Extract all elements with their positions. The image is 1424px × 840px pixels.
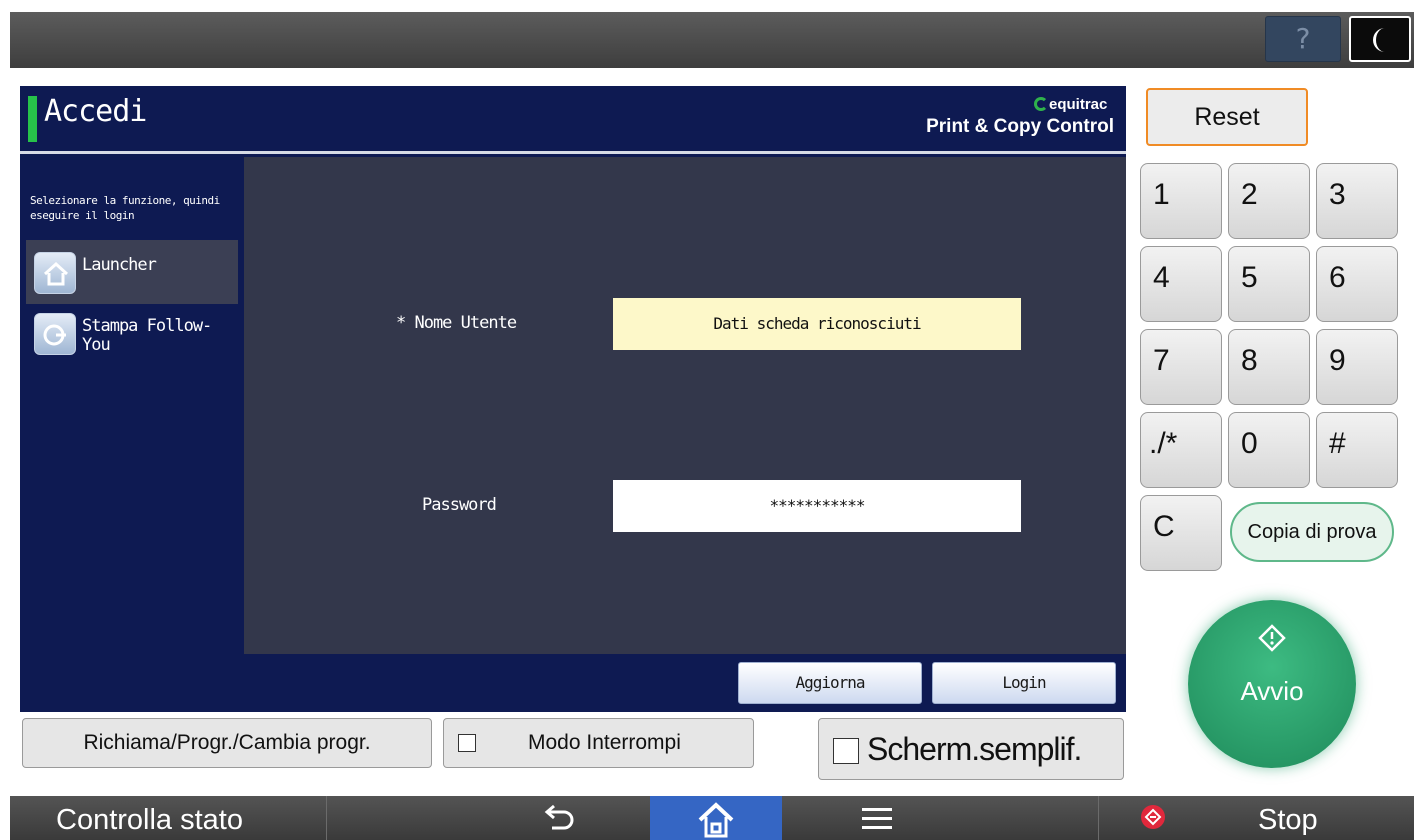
print-release-icon xyxy=(34,313,76,355)
function-sidebar: Selezionare la funzione, quindi eseguire… xyxy=(20,157,242,654)
panel-footer: Aggiorna Login xyxy=(20,654,1126,712)
simple-screen-label: Scherm.semplif. xyxy=(867,731,1082,767)
checkbox-icon xyxy=(458,734,476,752)
key-clear[interactable]: C xyxy=(1140,495,1222,571)
divider xyxy=(326,796,327,840)
check-status-button[interactable]: Controlla stato xyxy=(56,804,243,837)
stop-button[interactable]: Stop xyxy=(1258,804,1318,837)
key-4[interactable]: 4 xyxy=(1140,246,1222,322)
start-button[interactable]: Avvio xyxy=(1188,600,1356,768)
start-label: Avvio xyxy=(1240,676,1304,706)
brand-name: equitrac xyxy=(1049,96,1108,113)
refresh-button[interactable]: Aggiorna xyxy=(738,662,922,704)
key-0[interactable]: 0 xyxy=(1228,412,1310,488)
login-button[interactable]: Login xyxy=(932,662,1116,704)
sidebar-item-label: Launcher xyxy=(82,255,157,275)
divider xyxy=(1098,796,1099,840)
help-button[interactable]: ? xyxy=(1265,16,1341,62)
bottom-bar: Controlla stato Stop xyxy=(10,796,1414,840)
help-icon: ? xyxy=(1295,22,1311,55)
page-title: Accedi xyxy=(44,94,147,129)
back-icon xyxy=(544,804,574,830)
key-6[interactable]: 6 xyxy=(1316,246,1398,322)
menu-icon xyxy=(862,808,892,829)
login-panel: Accedi equitrac Print & Copy Control Sel… xyxy=(20,86,1126,712)
home-button[interactable] xyxy=(650,796,782,840)
panel-header: Accedi equitrac Print & Copy Control xyxy=(20,86,1126,154)
key-1[interactable]: 1 xyxy=(1140,163,1222,239)
brand-subtitle: Print & Copy Control xyxy=(926,116,1114,137)
key-2[interactable]: 2 xyxy=(1228,163,1310,239)
password-label: Password xyxy=(422,495,497,515)
key-7[interactable]: 7 xyxy=(1140,329,1222,405)
key-hash[interactable]: # xyxy=(1316,412,1398,488)
key-8[interactable]: 8 xyxy=(1228,329,1310,405)
interrupt-mode-label: Modo Interrompi xyxy=(528,731,681,754)
key-dot-star[interactable]: ./* xyxy=(1140,412,1222,488)
home-icon xyxy=(34,252,76,294)
title-accent-bar xyxy=(28,96,37,142)
menu-button[interactable] xyxy=(862,806,892,836)
equitrac-logo-icon xyxy=(1034,97,1048,111)
equitrac-logo: equitrac xyxy=(1034,96,1107,113)
recall-program-button[interactable]: Richiama/Progr./Cambia progr. xyxy=(22,718,432,768)
interrupt-mode-button[interactable]: Modo Interrompi xyxy=(443,718,754,768)
simple-screen-button[interactable]: Scherm.semplif. xyxy=(818,718,1124,780)
top-bar xyxy=(10,12,1414,68)
home-icon xyxy=(698,802,734,838)
username-label: * Nome Utente xyxy=(396,313,517,333)
key-5[interactable]: 5 xyxy=(1228,246,1310,322)
reset-button[interactable]: Reset xyxy=(1146,88,1308,146)
sidebar-item-follow-you[interactable]: Stampa Follow-You xyxy=(26,307,238,371)
test-copy-button[interactable]: Copia di prova xyxy=(1230,502,1394,562)
checkbox-icon xyxy=(833,738,859,764)
login-form: * Nome Utente Dati scheda riconosciuti P… xyxy=(244,157,1126,654)
key-3[interactable]: 3 xyxy=(1316,163,1398,239)
key-9[interactable]: 9 xyxy=(1316,329,1398,405)
night-mode-button[interactable] xyxy=(1349,16,1411,62)
moon-icon xyxy=(1373,28,1385,52)
password-field[interactable]: *********** xyxy=(613,480,1021,532)
start-diamond-icon xyxy=(1258,624,1286,652)
back-button[interactable] xyxy=(538,804,578,838)
username-field[interactable]: Dati scheda riconosciuti xyxy=(613,298,1021,350)
sidebar-item-label: Stampa Follow-You xyxy=(82,316,212,355)
stop-icon xyxy=(1140,804,1166,834)
sidebar-item-launcher[interactable]: Launcher xyxy=(26,240,238,304)
sidebar-hint: Selezionare la funzione, quindi eseguire… xyxy=(30,194,220,222)
recall-program-label: Richiama/Progr./Cambia progr. xyxy=(83,731,371,754)
